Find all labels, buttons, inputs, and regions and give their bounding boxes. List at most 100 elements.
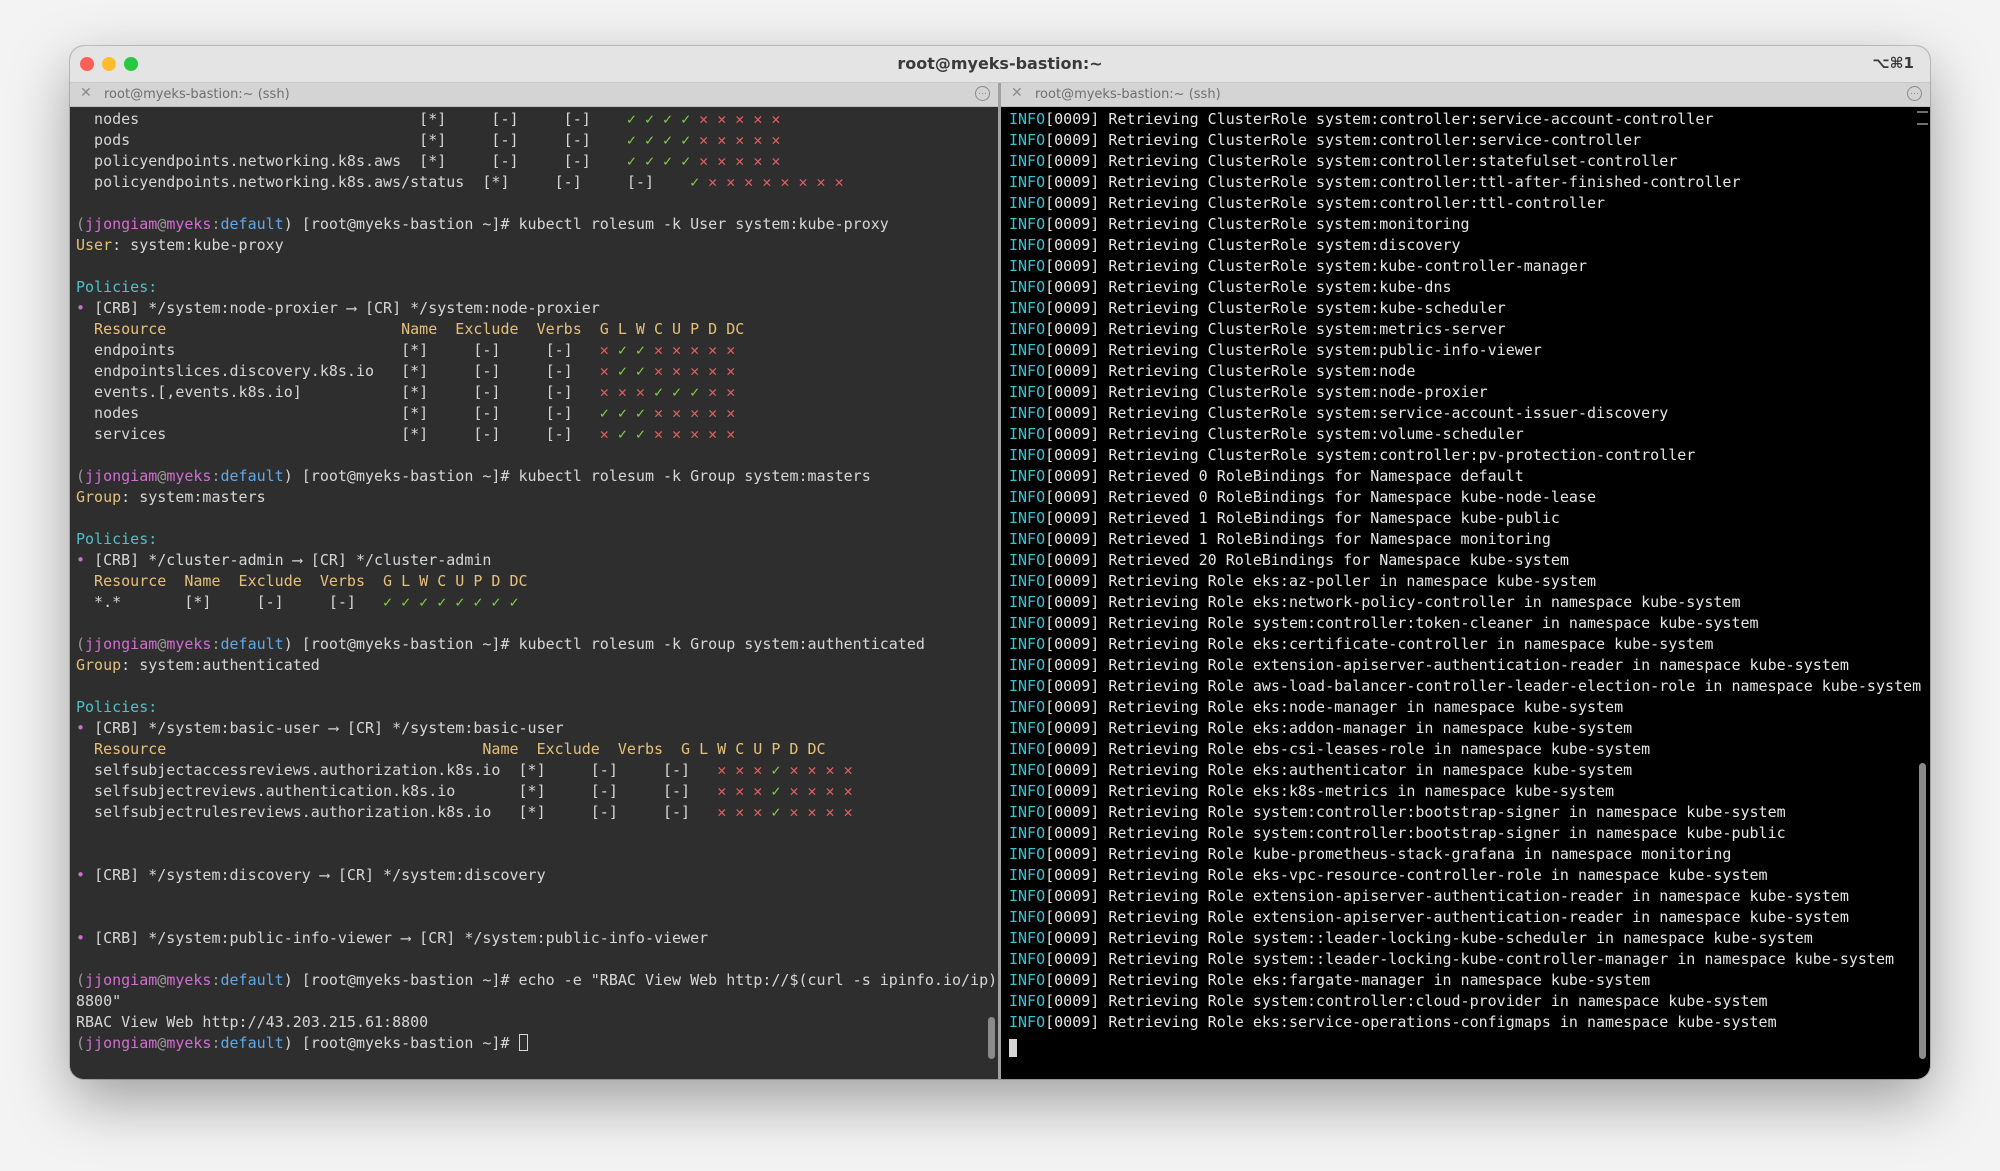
log-message: [0009] Retrieving Role system:controller… <box>1045 824 1786 842</box>
line-segment: : system:authenticated <box>121 656 320 674</box>
line-segment: ✓ ✓ ✓ ✓ <box>626 152 700 170</box>
log-line: INFO[0009] Retrieving ClusterRole system… <box>1009 361 1921 382</box>
line-segment: ✓ ✓ <box>617 341 654 359</box>
log-line: INFO[0009] Retrieving Role eks:authentic… <box>1009 760 1921 781</box>
log-level: INFO <box>1009 824 1046 842</box>
terminal-line: selfsubjectrulesreviews.authorization.k8… <box>76 802 998 823</box>
line-segment: ✓ <box>690 173 709 191</box>
line-segment: ) [root@myeks-bastion ~]# echo -e "RBAC … <box>283 971 998 989</box>
line-segment: [CRB] */system:discovery ⟶ [CR] */system… <box>94 866 546 884</box>
log-level: INFO <box>1009 1013 1046 1031</box>
line-segment: ✓ ✓ ✓ ✓ <box>626 110 700 128</box>
tab-title: root@myeks-bastion:~ (ssh) <box>1035 87 1221 102</box>
terminal-output: nodes [*] [-] [-] ✓ ✓ ✓ ✓ ✕ ✕ ✕ ✕ ✕ pods… <box>76 109 998 1054</box>
log-message: [0009] Retrieving Role eks:network-polic… <box>1045 593 1741 611</box>
log-level: INFO <box>1009 446 1046 464</box>
log-level: INFO <box>1009 656 1046 674</box>
line-segment: @ <box>157 1034 167 1052</box>
scrollbar-thumb[interactable] <box>988 1017 995 1059</box>
log-message: [0009] Retrieving Role kube-prometheus-s… <box>1045 845 1732 863</box>
line-segment: User <box>76 236 113 254</box>
log-message: [0009] Retrieving Role eks:certificate-c… <box>1045 635 1714 653</box>
line-segment: ✕ <box>599 341 618 359</box>
terminal-cursor <box>1009 1039 1017 1057</box>
log-level: INFO <box>1009 551 1046 569</box>
line-segment: ✓ ✓ ✓ ✓ ✓ ✓ ✓ ✓ <box>383 593 519 611</box>
log-message: [0009] Retrieving ClusterRole system:pub… <box>1045 341 1542 359</box>
log-level: INFO <box>1009 719 1046 737</box>
line-segment: ✕ ✕ ✕ <box>717 803 772 821</box>
log-message: [0009] Retrieving Role eks:addon-manager… <box>1045 719 1633 737</box>
line-segment: ✕ ✕ ✕ ✕ ✕ <box>653 362 736 380</box>
log-level: INFO <box>1009 257 1046 275</box>
line-segment: ✓ ✓ ✓ <box>653 383 709 401</box>
line-segment: myeks <box>166 215 212 233</box>
log-level: INFO <box>1009 593 1046 611</box>
log-message: [0009] Retrieving Role aws-load-balancer… <box>1045 677 1922 695</box>
log-level: INFO <box>1009 425 1046 443</box>
terminal-line: selfsubjectreviews.authentication.k8s.io… <box>76 781 998 802</box>
line-segment: selfsubjectrulesreviews.authorization.k8… <box>76 803 718 821</box>
terminal-line: (jjongiam@myeks:default) [root@myeks-bas… <box>76 1033 998 1054</box>
line-segment: ✕ ✕ ✕ ✕ <box>789 803 853 821</box>
log-level: INFO <box>1009 887 1046 905</box>
log-message: [0009] Retrieving ClusterRole system:con… <box>1045 152 1678 170</box>
line-segment: default <box>220 1034 284 1052</box>
terminal-pane-right[interactable]: INFO [0009] Retrieving ClusterRole system… <box>1001 107 1930 1079</box>
log-line: INFO[0009] Retrieved 0 RoleBindings for … <box>1009 466 1921 487</box>
line-segment: jjongiam <box>85 215 158 233</box>
log-message: [0009] Retrieving Role ebs-csi-leases-ro… <box>1045 740 1651 758</box>
terminal-line: Policies: <box>76 697 998 718</box>
terminal-output: INFO [0009] Retrieving ClusterRole system… <box>1009 109 1921 1033</box>
close-icon[interactable]: ✕ <box>1011 85 1023 101</box>
line-segment: RBAC View Web http://43.203.215.61:8800 <box>76 1013 429 1031</box>
line-segment: Resource Name Exclude Verbs G L W C U P … <box>76 572 528 590</box>
log-level: INFO <box>1009 761 1046 779</box>
terminal-pane-left[interactable]: nodes [*] [-] [-] ✓ ✓ ✓ ✓ ✕ ✕ ✕ ✕ ✕ pods… <box>70 107 998 1079</box>
line-segment: ✕ ✕ ✕ ✕ <box>789 782 853 800</box>
log-message: [0009] Retrieved 20 RoleBindings for Nam… <box>1045 551 1569 569</box>
log-message: [0009] Retrieving Role eks:fargate-manag… <box>1045 971 1651 989</box>
tab-title: root@myeks-bastion:~ (ssh) <box>104 87 290 102</box>
log-line: INFO[0009] Retrieving Role aws-load-bala… <box>1009 676 1921 697</box>
line-segment: ✓ ✓ <box>617 425 654 443</box>
log-message: [0009] Retrieving Role extension-apiserv… <box>1045 887 1849 905</box>
terminal-line: (jjongiam@myeks:default) [root@myeks-bas… <box>76 634 998 655</box>
log-message: [0009] Retrieving ClusterRole system:con… <box>1045 131 1642 149</box>
line-segment: ✕ ✕ ✕ ✕ <box>789 761 853 779</box>
terminal-line: Resource Name Exclude Verbs G L W C U P … <box>76 571 998 592</box>
terminal-line: selfsubjectaccessreviews.authorization.k… <box>76 760 998 781</box>
line-segment: • <box>76 299 95 317</box>
line-segment: services [*] [-] [-] <box>76 425 600 443</box>
log-level: INFO <box>1009 698 1046 716</box>
log-message: [0009] Retrieving ClusterRole system:kub… <box>1045 278 1452 296</box>
line-segment: ✕ ✕ ✕ ✕ ✕ <box>653 341 736 359</box>
log-level: INFO <box>1009 173 1046 191</box>
line-segment: ✕ ✕ ✕ ✕ ✕ <box>699 131 781 149</box>
more-icon[interactable]: … <box>1907 86 1922 101</box>
line-segment: Group <box>76 488 122 506</box>
pane-tab-right[interactable]: ✕ root@myeks-bastion:~ (ssh) … <box>1001 83 1930 107</box>
line-segment: ✕ <box>599 362 618 380</box>
terminal-line: *.* [*] [-] [-] ✓ ✓ ✓ ✓ ✓ ✓ ✓ ✓ <box>76 592 998 613</box>
pane-tab-left[interactable]: ✕ root@myeks-bastion:~ (ssh) … <box>70 83 998 107</box>
line-segment: • <box>76 866 95 884</box>
log-line: INFO[0009] Retrieving Role eks:addon-man… <box>1009 718 1921 739</box>
window-shortcut: ⌥⌘1 <box>1872 54 1914 72</box>
more-icon[interactable]: … <box>975 86 990 101</box>
close-icon[interactable]: ✕ <box>80 85 92 101</box>
line-segment: ✕ ✕ ✕ ✕ ✕ <box>653 404 736 422</box>
log-level: INFO <box>1009 530 1046 548</box>
terminal-line: • [CRB] */cluster-admin ⟶ [CR] */cluster… <box>76 550 998 571</box>
scrollbar-thumb[interactable] <box>1919 763 1926 1059</box>
line-segment: 8800" <box>76 992 122 1010</box>
log-line: INFO[0009] Retrieving ClusterRole system… <box>1009 298 1921 319</box>
log-level: INFO <box>1009 320 1046 338</box>
log-message: [0009] Retrieved 1 RoleBindings for Name… <box>1045 509 1560 527</box>
line-segment: • <box>76 551 95 569</box>
line-segment: ✓ ✓ ✓ <box>599 404 654 422</box>
log-level: INFO <box>1009 572 1046 590</box>
log-line: INFO[0009] Retrieving ClusterRole system… <box>1009 277 1921 298</box>
